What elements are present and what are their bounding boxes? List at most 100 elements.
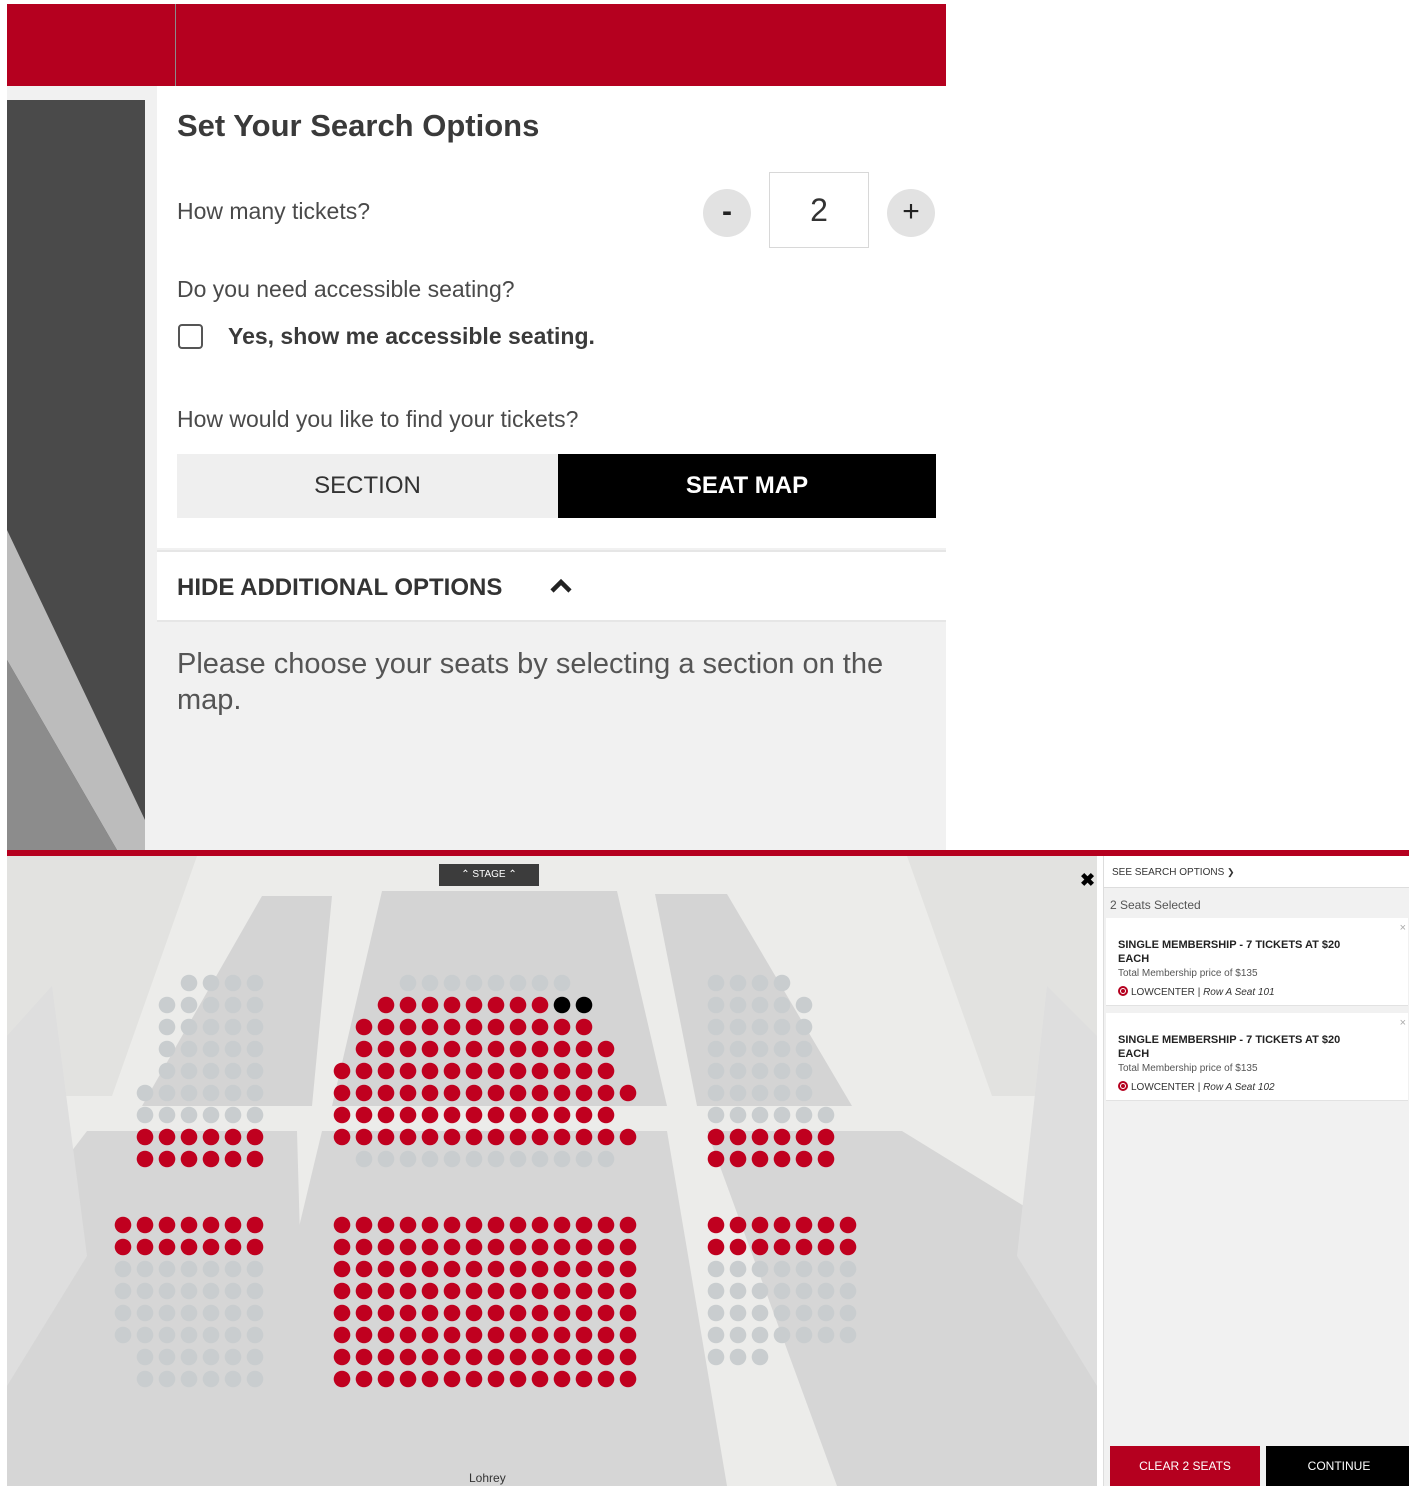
seat-available[interactable]: [355, 1326, 373, 1344]
seat-available[interactable]: [355, 1062, 373, 1080]
seat-available[interactable]: [333, 1326, 351, 1344]
seat-available[interactable]: [795, 1128, 813, 1146]
seat-available[interactable]: [377, 1370, 395, 1388]
seat-available[interactable]: [202, 1238, 220, 1256]
seat-available[interactable]: [443, 1040, 461, 1058]
seat-available[interactable]: [465, 1326, 483, 1344]
seat-available[interactable]: [487, 1040, 505, 1058]
close-icon[interactable]: ✖: [1080, 871, 1095, 889]
seat-available[interactable]: [465, 1106, 483, 1124]
seat-available[interactable]: [465, 1018, 483, 1036]
seat-available[interactable]: [421, 1326, 439, 1344]
seat-available[interactable]: [531, 1370, 549, 1388]
seat-available[interactable]: [421, 996, 439, 1014]
tab-seat-map[interactable]: SEAT MAP: [558, 454, 936, 518]
seat-available[interactable]: [509, 1216, 527, 1234]
seat-available[interactable]: [377, 1062, 395, 1080]
seat-available[interactable]: [443, 1238, 461, 1256]
seat-available[interactable]: [377, 1238, 395, 1256]
seat-available[interactable]: [377, 1084, 395, 1102]
seat-available[interactable]: [399, 1040, 417, 1058]
seat-available[interactable]: [597, 1062, 615, 1080]
seat-available[interactable]: [355, 1040, 373, 1058]
seat-available[interactable]: [729, 1238, 747, 1256]
seat-available[interactable]: [751, 1216, 769, 1234]
seat-available[interactable]: [443, 1260, 461, 1278]
seat-available[interactable]: [619, 1304, 637, 1322]
seat-available[interactable]: [619, 1282, 637, 1300]
seat-available[interactable]: [377, 1282, 395, 1300]
seat-available[interactable]: [399, 1062, 417, 1080]
seat-available[interactable]: [246, 1128, 264, 1146]
seat-available[interactable]: [531, 996, 549, 1014]
seat-available[interactable]: [443, 1282, 461, 1300]
seat-available[interactable]: [421, 1128, 439, 1146]
seat-available[interactable]: [575, 1128, 593, 1146]
seat-available[interactable]: [202, 1216, 220, 1234]
increase-quantity-button[interactable]: +: [887, 189, 935, 237]
seat-available[interactable]: [443, 1326, 461, 1344]
seat-available[interactable]: [487, 1326, 505, 1344]
seat-available[interactable]: [443, 1370, 461, 1388]
seat-available[interactable]: [355, 1370, 373, 1388]
seat-available[interactable]: [421, 1216, 439, 1234]
seat-available[interactable]: [553, 1128, 571, 1146]
seat-available[interactable]: [333, 1216, 351, 1234]
seat-available[interactable]: [509, 1326, 527, 1344]
seat-available[interactable]: [158, 1238, 176, 1256]
seat-available[interactable]: [707, 1216, 725, 1234]
seat-available[interactable]: [597, 1348, 615, 1366]
seat-available[interactable]: [246, 1216, 264, 1234]
seat-available[interactable]: [355, 1238, 373, 1256]
seat-available[interactable]: [246, 1238, 264, 1256]
seat-available[interactable]: [158, 1128, 176, 1146]
seat-map[interactable]: ⌃ STAGE ⌃ ✖ Lohrey: [7, 856, 1097, 1486]
seat-available[interactable]: [421, 1348, 439, 1366]
seat-available[interactable]: [465, 1216, 483, 1234]
seat-available[interactable]: [224, 1150, 242, 1168]
seat-available[interactable]: [377, 1348, 395, 1366]
seat-available[interactable]: [377, 1216, 395, 1234]
seat-available[interactable]: [399, 996, 417, 1014]
seat-available[interactable]: [575, 1216, 593, 1234]
seat-available[interactable]: [707, 1128, 725, 1146]
seat-available[interactable]: [421, 1370, 439, 1388]
seat-available[interactable]: [202, 1150, 220, 1168]
stage-toggle[interactable]: ⌃ STAGE ⌃: [439, 864, 539, 886]
seat-available[interactable]: [751, 1150, 769, 1168]
seat-available[interactable]: [377, 996, 395, 1014]
seat-available[interactable]: [333, 1348, 351, 1366]
seat-available[interactable]: [333, 1238, 351, 1256]
seat-available[interactable]: [465, 1062, 483, 1080]
clear-seats-button[interactable]: CLEAR 2 SEATS: [1110, 1446, 1260, 1486]
seat-available[interactable]: [399, 1216, 417, 1234]
decrease-quantity-button[interactable]: -: [703, 189, 751, 237]
seat-available[interactable]: [575, 1040, 593, 1058]
seat-available[interactable]: [707, 1150, 725, 1168]
seat-available[interactable]: [399, 1348, 417, 1366]
seat-available[interactable]: [333, 1106, 351, 1124]
seat-available[interactable]: [443, 1304, 461, 1322]
seat-available[interactable]: [575, 1084, 593, 1102]
seat-available[interactable]: [487, 996, 505, 1014]
seat-selected[interactable]: [575, 996, 593, 1014]
seat-available[interactable]: [817, 1128, 835, 1146]
seat-available[interactable]: [773, 1128, 791, 1146]
seat-available[interactable]: [597, 1040, 615, 1058]
seat-available[interactable]: [487, 1106, 505, 1124]
seat-available[interactable]: [333, 1370, 351, 1388]
seat-available[interactable]: [377, 1018, 395, 1036]
remove-seat-icon[interactable]: ×: [1400, 1017, 1406, 1029]
seat-available[interactable]: [597, 1260, 615, 1278]
seat-available[interactable]: [553, 1260, 571, 1278]
seat-available[interactable]: [421, 1282, 439, 1300]
seat-available[interactable]: [399, 1106, 417, 1124]
seat-available[interactable]: [465, 1084, 483, 1102]
seat-available[interactable]: [355, 1282, 373, 1300]
seat-available[interactable]: [333, 1128, 351, 1146]
seat-available[interactable]: [355, 1304, 373, 1322]
seat-available[interactable]: [224, 1128, 242, 1146]
seat-available[interactable]: [509, 1084, 527, 1102]
seat-available[interactable]: [443, 1106, 461, 1124]
seat-available[interactable]: [575, 1304, 593, 1322]
